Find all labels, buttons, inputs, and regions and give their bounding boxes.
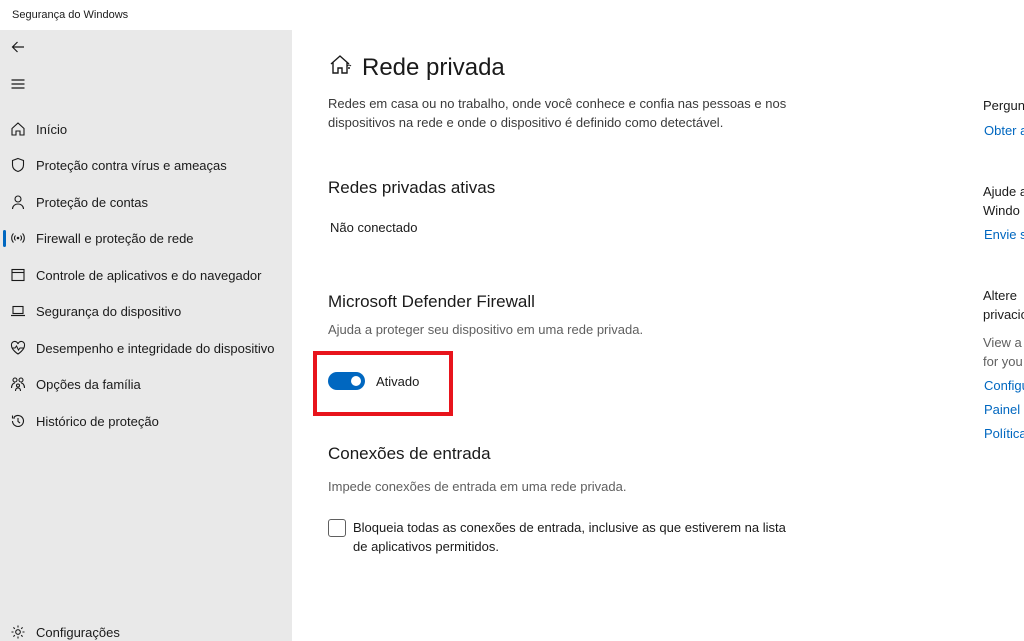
hamburger-menu-icon[interactable] [6, 72, 30, 96]
privacy-settings-link[interactable]: Configu [984, 378, 1024, 393]
block-incoming-row: Bloqueia todas as conexões de entrada, i… [328, 518, 793, 556]
back-arrow-icon[interactable] [6, 35, 30, 59]
app-browser-icon [9, 266, 27, 284]
sidebar-item-virus-protection[interactable]: Proteção contra vírus e ameaças [0, 148, 292, 182]
sidebar-item-app-browser-control[interactable]: Controle de aplicativos e do navegador [0, 258, 292, 292]
page-header: Rede privada [328, 52, 505, 83]
incoming-connections-heading: Conexões de entrada [328, 444, 491, 463]
gear-icon [9, 623, 27, 641]
shield-icon [9, 156, 27, 174]
home-icon [9, 120, 27, 138]
person-icon [9, 193, 27, 211]
active-networks-value: Não conectado [330, 220, 418, 235]
firewall-toggle[interactable] [328, 372, 365, 390]
faq-heading: Pergun [983, 98, 1024, 113]
toggle-knob [351, 376, 361, 386]
sidebar-item-label: Configurações [36, 624, 120, 640]
sidebar-item-label: Firewall e proteção de rede [36, 230, 194, 246]
page-title: Rede privada [362, 53, 505, 81]
faq-link[interactable]: Obter a [984, 123, 1024, 138]
firewall-toggle-row: Ativado [328, 372, 419, 390]
block-incoming-label: Bloqueia todas as conexões de entrada, i… [353, 520, 786, 554]
active-networks-heading: Redes privadas ativas [328, 178, 496, 197]
page-description: Redes em casa ou no trabalho, onde você … [328, 96, 787, 130]
sidebar-item-label: Controle de aplicativos e do navegador [36, 267, 262, 283]
privacy-policy-link[interactable]: Política [984, 426, 1024, 441]
sidebar: Início Proteção contra vírus e ameaças P… [0, 30, 292, 641]
help-heading-line1: Ajude a [983, 184, 1024, 199]
sidebar-item-label: Proteção contra vírus e ameaças [36, 157, 227, 173]
sidebar-item-family-options[interactable]: Opções da família [0, 367, 292, 401]
incoming-connections-subtitle: Impede conexões de entrada em uma rede p… [328, 479, 627, 494]
sidebar-item-account-protection[interactable]: Proteção de contas [0, 185, 292, 219]
firewall-heading: Microsoft Defender Firewall [328, 292, 535, 311]
firewall-toggle-label: Ativado [376, 373, 420, 389]
sidebar-item-label: Início [36, 121, 68, 137]
privacy-heading-line2: privacio [983, 307, 1024, 322]
feedback-link[interactable]: Envie s [984, 227, 1024, 242]
privacy-dashboard-link[interactable]: Painel d [984, 402, 1024, 417]
heart-pulse-icon [9, 339, 27, 357]
history-icon [9, 412, 27, 430]
privacy-text-line2: for you [983, 354, 1023, 369]
family-icon [9, 375, 27, 393]
sidebar-item-label: Segurança do dispositivo [36, 303, 182, 319]
firewall-subtitle: Ajuda a proteger seu dispositivo em uma … [328, 322, 644, 337]
window-title: Segurança do Windows [12, 9, 129, 21]
sidebar-item-firewall[interactable]: Firewall e proteção de rede [0, 221, 292, 255]
help-heading-line2: Windo [983, 203, 1020, 218]
sidebar-item-label: Proteção de contas [36, 194, 149, 210]
privacy-heading-line1: Altere [983, 288, 1017, 303]
private-network-house-icon [328, 52, 354, 83]
sidebar-item-label: Desempenho e integridade do dispositivo [36, 340, 275, 356]
sidebar-item-device-performance[interactable]: Desempenho e integridade do dispositivo [0, 331, 292, 365]
sidebar-item-inicio[interactable]: Início [0, 112, 292, 146]
title-bar: Segurança do Windows [0, 0, 1024, 30]
block-incoming-checkbox[interactable] [328, 519, 346, 537]
main-content: Rede privada Redes em casa ou no trabalh… [292, 30, 1024, 641]
laptop-icon [9, 302, 27, 320]
sidebar-item-label: Opções da família [36, 376, 141, 392]
sidebar-item-protection-history[interactable]: Histórico de proteção [0, 404, 292, 438]
sidebar-item-label: Histórico de proteção [36, 413, 159, 429]
antenna-icon [9, 229, 27, 247]
sidebar-item-settings[interactable]: Configurações [0, 615, 292, 641]
sidebar-item-device-security[interactable]: Segurança do dispositivo [0, 294, 292, 328]
privacy-text-line1: View a [983, 335, 1022, 350]
